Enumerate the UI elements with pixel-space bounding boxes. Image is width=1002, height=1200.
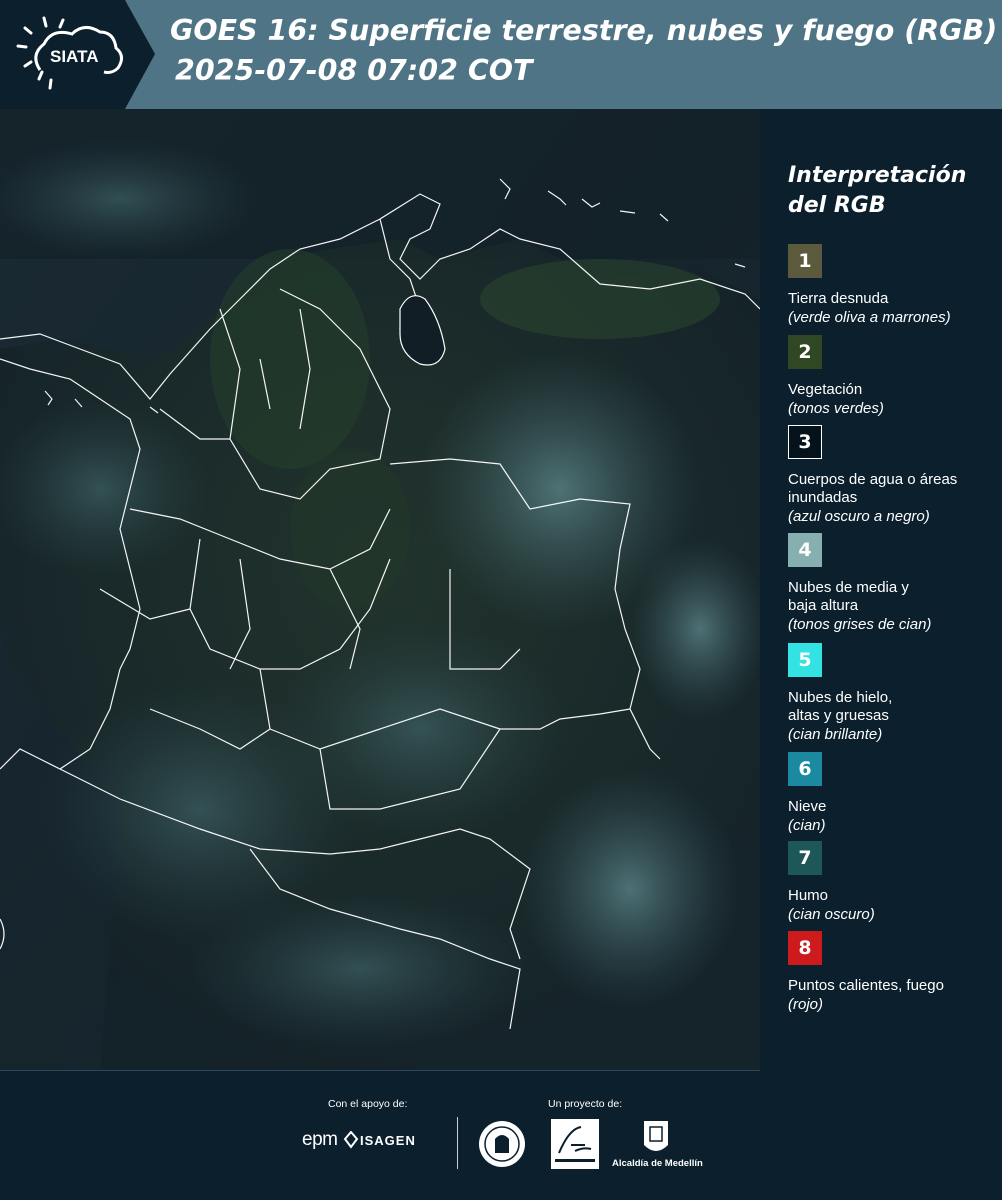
legend-item-1: 1 Tierra desnuda (verde oliva a marrones… xyxy=(788,244,998,328)
alcaldia-shield-icon[interactable] xyxy=(642,1119,670,1157)
footer-divider xyxy=(457,1117,458,1169)
legend-label: Humo xyxy=(788,887,829,904)
legend-sub: (tonos verdes) xyxy=(788,400,884,417)
support-label: Con el apoyo de: xyxy=(328,1098,408,1110)
legend-item-8: 8 Puntos calientes, fuego (rojo) xyxy=(788,931,998,1015)
legend-title: Interpretación del RGB xyxy=(788,163,967,218)
legend-item-5: 5 Nubes de hielo, altas y gruesas (cian … xyxy=(788,643,998,745)
legend-item-6: 6 Nieve (cian) xyxy=(788,752,998,836)
rgb-legend: Interpretación del RGB 1 Tierra desnuda … xyxy=(760,109,1002,1071)
legend-swatch: 2 xyxy=(788,335,822,369)
satellite-map[interactable] xyxy=(0,109,760,1071)
alcaldia-label: Alcaldía de Medellín xyxy=(612,1158,703,1169)
legend-swatch: 8 xyxy=(788,931,822,965)
isagen-logo[interactable]: ISAGEN xyxy=(360,1133,416,1148)
logo-text: SIATA xyxy=(50,47,98,66)
map-title: GOES 16: Superficie terrestre, nubes y f… xyxy=(170,14,998,47)
legend-item-4: 4 Nubes de media y baja altura (tonos gr… xyxy=(788,533,998,635)
university-seal-icon[interactable] xyxy=(477,1119,527,1169)
legend-sub: (cian oscuro) xyxy=(788,906,875,923)
legend-sub: (verde oliva a marrones) xyxy=(788,309,951,326)
legend-swatch: 5 xyxy=(788,643,822,677)
legend-label: Nubes de hielo, altas y gruesas xyxy=(788,689,893,724)
header-bar: SIATA GOES 16: Superficie terrestre, nub… xyxy=(0,0,1002,109)
legend-sub: (azul oscuro a negro) xyxy=(788,508,930,525)
legend-label: Puntos calientes, fuego xyxy=(788,977,944,994)
epm-logo[interactable]: epm xyxy=(302,1129,338,1151)
legend-item-2: 2 Vegetación (tonos verdes) xyxy=(788,335,998,419)
siata-logo[interactable]: SIATA xyxy=(0,0,155,109)
legend-sub: (tonos grises de cian) xyxy=(788,616,932,633)
legend-label: Cuerpos de agua o áreas inundadas xyxy=(788,471,958,506)
legend-label: Tierra desnuda xyxy=(788,290,889,307)
legend-sub: (rojo) xyxy=(788,996,824,1013)
legend-item-3: 3 Cuerpos de agua o áreas inundadas (azu… xyxy=(788,425,998,527)
legend-swatch: 7 xyxy=(788,841,822,875)
isagen-icon xyxy=(343,1131,359,1149)
map-timestamp: 2025-07-08 07:02 COT xyxy=(175,54,533,87)
legend-sub: (cian) xyxy=(788,817,826,834)
legend-swatch: 1 xyxy=(788,244,822,278)
legend-swatch: 6 xyxy=(788,752,822,786)
legend-label: Nubes de media y baja altura xyxy=(788,579,909,614)
legend-swatch: 3 xyxy=(788,425,822,459)
footer: Con el apoyo de: Un proyecto de: epm ISA… xyxy=(0,1071,1002,1200)
area-metropolitana-icon[interactable] xyxy=(551,1119,599,1169)
legend-swatch: 4 xyxy=(788,533,822,567)
legend-sub: (cian brillante) xyxy=(788,726,883,743)
legend-item-7: 7 Humo (cian oscuro) xyxy=(788,841,998,925)
project-label: Un proyecto de: xyxy=(548,1098,623,1110)
legend-label: Nieve xyxy=(788,798,827,815)
legend-label: Vegetación xyxy=(788,381,863,398)
